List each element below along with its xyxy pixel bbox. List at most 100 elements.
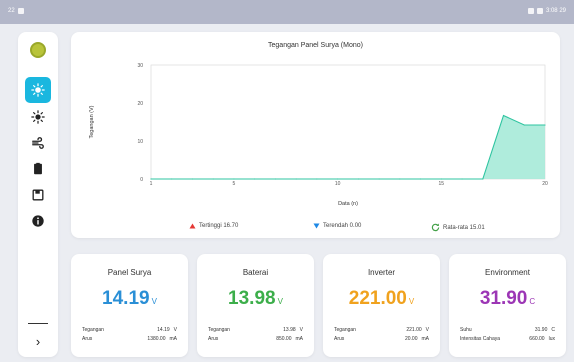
- series-point: [295, 178, 297, 180]
- y-axis-label: Tegangan (V): [89, 105, 95, 138]
- legend-min-label: Terendah 0.00: [323, 223, 362, 229]
- sidebar-item-battery[interactable]: [25, 156, 51, 182]
- series-point: [502, 114, 505, 117]
- card-title: Baterai: [242, 268, 269, 277]
- card-unit: V: [408, 297, 415, 306]
- card-title: Panel Surya: [107, 268, 152, 277]
- card-big-value: 221.00 V: [323, 288, 440, 310]
- detail-row: Tegangan 221.00 V: [334, 325, 429, 334]
- detail-row: Tegangan 14.19 V: [82, 325, 177, 334]
- detail-row: Suhu 31.90 C: [460, 325, 555, 334]
- save-icon: [32, 189, 44, 201]
- card-unit: V: [277, 297, 283, 306]
- detail-row: Tegangan 13.98 V: [208, 325, 303, 334]
- detail-row: Arus 20.00 mA: [334, 334, 429, 343]
- card-unit: C: [529, 297, 536, 306]
- card-big-value: 14.19 V: [71, 288, 188, 310]
- sidebar: ›: [18, 32, 58, 357]
- detail-unit: mA: [169, 335, 178, 342]
- battery-status-icon: [536, 8, 543, 14]
- legend-max-label: Tertinggi 16.70: [199, 223, 239, 229]
- series-point: [523, 124, 525, 126]
- detail-value: 660.00: [529, 335, 545, 342]
- y-tick-label: 20: [137, 101, 143, 107]
- detail-label: Arus: [208, 335, 219, 342]
- sidebar-item-wind[interactable]: [25, 130, 51, 156]
- sidebar-expand-button[interactable]: ›: [29, 332, 47, 350]
- detail-row: Arus 1380.00 mA: [82, 334, 177, 343]
- triangle-up-icon: [189, 223, 196, 229]
- voltage-chart: 01020301 5 10 15 20Data (n)Tegangan (V): [89, 63, 548, 207]
- detail-value: 1380.00: [147, 335, 166, 342]
- plot-frame: [150, 64, 546, 180]
- series-point: [482, 178, 484, 180]
- sidebar-item-info[interactable]: [25, 208, 51, 234]
- card-value: 14.19: [102, 288, 150, 309]
- detail-label: Suhu: [460, 326, 472, 333]
- status-bar: 22 3:08 29: [0, 0, 574, 24]
- refresh-icon: [431, 223, 440, 232]
- card-title: Environment: [485, 268, 530, 277]
- card-big-value: 13.98 V: [197, 288, 314, 310]
- series-point: [171, 178, 173, 180]
- detail-unit: V: [173, 326, 177, 333]
- x-tick-label: 15: [439, 181, 445, 187]
- voltage-chart-card: Tegangan Panel Surya (Mono) 0 10 20 30 1 5 10 1…: [71, 32, 560, 238]
- detail-label: Tegangan: [82, 326, 104, 333]
- series-point: [150, 178, 152, 180]
- detail-label: Tegangan: [334, 326, 356, 333]
- card-details: Tegangan 13.98 V Arus 850.00 mA: [208, 325, 303, 343]
- card-details: Tegangan 221.00 V Arus 20.00 mA: [334, 325, 429, 343]
- series-point: [399, 178, 401, 180]
- sidebar-item-sun[interactable]: [25, 104, 51, 130]
- x-tick-label: 1: [150, 181, 153, 187]
- card-inverter: Inverter 221.00 V Tegangan 221.00 V Arus 2…: [323, 254, 440, 357]
- series-point: [274, 178, 277, 180]
- card-unit: V: [151, 297, 157, 306]
- detail-label: Arus: [334, 335, 345, 342]
- card-title: Inverter: [367, 268, 396, 277]
- card-value: 221.00: [348, 288, 407, 309]
- series-point: [191, 178, 194, 180]
- notification-icon: [17, 8, 24, 14]
- detail-unit: mA: [421, 335, 430, 342]
- sidebar-item-save[interactable]: [25, 182, 51, 208]
- series-line: [151, 114, 545, 180]
- x-tick-label: 20: [542, 181, 548, 187]
- card-panel-surya: Panel Surya 14.19 V Tegangan 14.19 V Arus …: [71, 254, 188, 357]
- sun-outline-icon: [31, 110, 45, 124]
- card-baterai: Baterai 13.98 V Tegangan 13.98 V Arus 850.…: [197, 254, 314, 357]
- status-right: 3:08 29: [527, 8, 566, 14]
- x-axis-label: Data (n): [338, 201, 358, 207]
- y-tick-label: 0: [140, 177, 143, 183]
- detail-label: Intensitas Cahaya: [460, 335, 501, 342]
- series-point: [233, 178, 235, 180]
- card-environment: Environment 31.90 C Suhu 31.90 C Intensita…: [449, 254, 566, 357]
- status-time: 22: [8, 8, 15, 14]
- x-tick-label: 5: [233, 181, 236, 187]
- series-point: [440, 178, 442, 180]
- detail-value: 850.00: [276, 335, 292, 342]
- detail-row: Arus 850.00 mA: [208, 334, 303, 343]
- legend-average: Rata-rata 15.01: [431, 223, 485, 232]
- detail-row: Intensitas Cahaya 660.00 lux: [460, 334, 555, 343]
- legend-max: Tertinggi 16.70: [189, 223, 238, 229]
- triangle-down-icon: [313, 223, 320, 229]
- sidebar-item-solar-panel[interactable]: [25, 77, 51, 103]
- sidebar-divider: [28, 323, 48, 324]
- series-point: [544, 124, 546, 126]
- series-point: [419, 178, 422, 180]
- detail-unit: V: [425, 326, 429, 333]
- info-icon: [32, 215, 44, 227]
- status-clock: 3:08 29: [545, 8, 566, 14]
- card-value: 13.98: [228, 288, 276, 309]
- card-details: Suhu 31.90 C Intensitas Cahaya 660.00 lux: [460, 325, 555, 343]
- series-point: [357, 178, 359, 180]
- detail-value: 13.98: [283, 326, 296, 333]
- detail-unit: lux: [548, 335, 555, 342]
- series-point: [461, 178, 463, 180]
- card-value: 31.90: [479, 288, 528, 309]
- x-tick-label: 10: [335, 181, 341, 187]
- battery-icon: [34, 162, 42, 175]
- status-left: 22: [8, 8, 24, 14]
